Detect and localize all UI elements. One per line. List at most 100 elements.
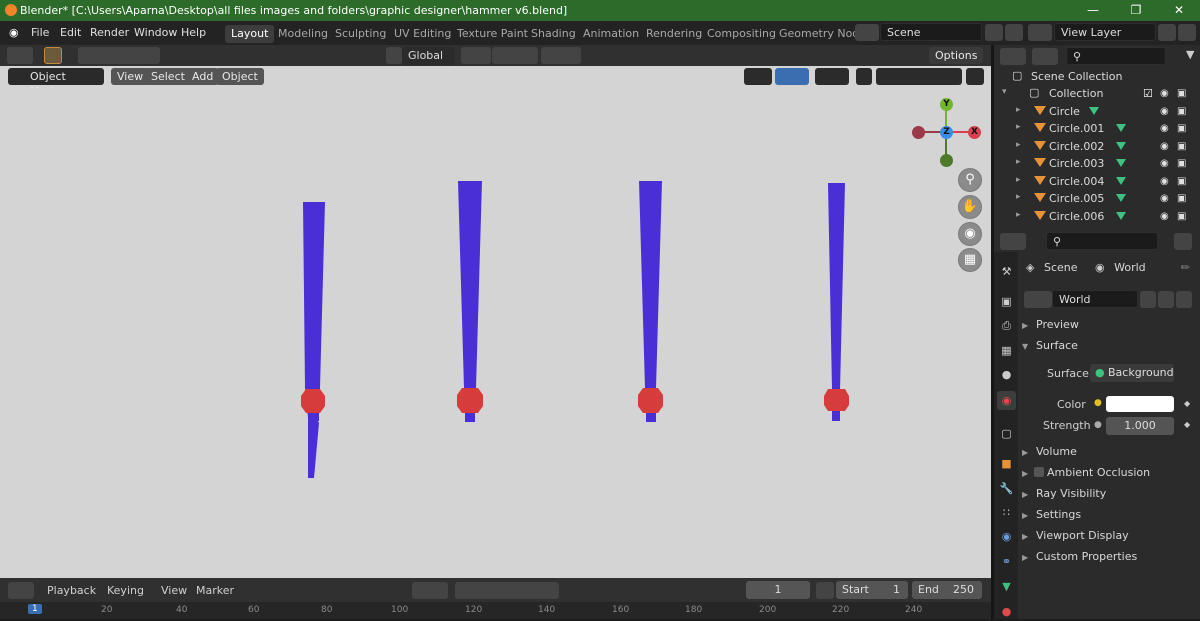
custom-properties-panel-header[interactable]: ▶ Custom Properties xyxy=(1022,550,1137,568)
scene-selector-icon[interactable] xyxy=(855,24,879,41)
camera-render-icon[interactable]: ▣ xyxy=(1177,88,1186,99)
eye-icon[interactable]: ◉ xyxy=(1160,193,1169,204)
menu-timeline-view[interactable]: View xyxy=(161,584,187,597)
view-layer-tab-icon[interactable]: ▦ xyxy=(997,341,1016,360)
eye-icon[interactable]: ◉ xyxy=(1160,123,1169,134)
object-tab-icon[interactable]: ■ xyxy=(997,454,1016,473)
object-mode-select[interactable]: Object Mode xyxy=(8,68,104,98)
outliner-editor-type-icon[interactable] xyxy=(1000,48,1026,65)
gizmo-z-axis[interactable]: Z xyxy=(940,126,953,139)
menu-view[interactable]: View xyxy=(111,68,150,85)
strength-field[interactable]: 1.000 xyxy=(1106,417,1174,435)
expand-caret-icon[interactable]: ▸ xyxy=(1016,122,1021,132)
tab-uv-editing[interactable]: UV Editing xyxy=(388,25,457,43)
shading-mode-icons[interactable] xyxy=(876,68,962,85)
expand-caret-icon[interactable]: ▸ xyxy=(1016,210,1021,220)
gizmo-toggle-icon[interactable] xyxy=(775,68,809,85)
hand-pan-icon[interactable]: ✋ xyxy=(958,195,982,219)
material-tab-icon[interactable]: ● xyxy=(997,602,1016,621)
eye-icon[interactable]: ◉ xyxy=(1160,106,1169,117)
camera-icon[interactable]: ◉ xyxy=(958,222,982,246)
data-tab-icon[interactable]: ▼ xyxy=(997,577,1016,596)
tab-modeling[interactable]: Modeling xyxy=(272,25,334,43)
timeline-editor-type-icon[interactable] xyxy=(8,582,34,599)
color-swatch[interactable] xyxy=(1106,396,1174,412)
maximize-button[interactable]: ❐ xyxy=(1121,2,1151,18)
outliner-object-row[interactable]: ▸ Circle.004 ◉ ▣ xyxy=(994,173,1200,190)
outliner-scene-collection[interactable]: ▢ Scene Collection xyxy=(994,68,1200,85)
minimize-button[interactable]: — xyxy=(1078,2,1108,18)
sidebar-toggle-icon[interactable] xyxy=(966,68,984,85)
tab-compositing[interactable]: Compositing xyxy=(701,25,782,43)
3d-viewport[interactable]: Y Z X ⚲ ✋ ◉ ▦ xyxy=(0,88,991,578)
menu-render[interactable]: Render xyxy=(90,26,129,39)
new-view-layer-icon[interactable] xyxy=(1158,24,1176,41)
pin-icon[interactable]: ✏ xyxy=(1181,261,1190,274)
outliner-object-row[interactable]: ▸ Circle.002 ◉ ▣ xyxy=(994,138,1200,155)
eye-icon[interactable]: ◉ xyxy=(1160,141,1169,152)
blender-menu-icon[interactable]: ◉ xyxy=(9,26,19,39)
zoom-icon[interactable]: ⚲ xyxy=(958,168,982,192)
tab-animation[interactable]: Animation xyxy=(577,25,645,43)
outliner-object-row[interactable]: ▸ Circle ◉ ▣ xyxy=(994,103,1200,120)
select-tool-icon[interactable] xyxy=(44,47,62,64)
expand-caret-icon[interactable]: ▸ xyxy=(1016,157,1021,167)
output-tab-icon[interactable]: ⎙ xyxy=(997,316,1016,335)
xray-toggle-icon[interactable] xyxy=(856,68,872,85)
expand-caret-icon[interactable]: ▸ xyxy=(1016,175,1021,185)
end-frame-field[interactable]: End 250 xyxy=(912,581,982,599)
view-layer-field[interactable]: View Layer xyxy=(1054,23,1156,41)
eye-icon[interactable]: ◉ xyxy=(1160,176,1169,187)
duplicate-world-icon[interactable] xyxy=(1158,291,1174,308)
gizmo-x-axis[interactable]: X xyxy=(968,126,981,139)
scene-tab-icon[interactable]: ● xyxy=(997,365,1016,384)
tab-texture-paint[interactable]: Texture Paint xyxy=(451,25,534,43)
world-browse-icon[interactable] xyxy=(1024,291,1052,308)
expand-caret-icon[interactable]: ▸ xyxy=(1016,140,1021,150)
camera-render-icon[interactable]: ▣ xyxy=(1177,193,1186,204)
snap-icon[interactable] xyxy=(492,47,538,64)
proportional-editing-icon[interactable] xyxy=(541,47,581,64)
outliner-object-row[interactable]: ▸ Circle.001 ◉ ▣ xyxy=(994,120,1200,137)
modifier-tab-icon[interactable]: 🔧 xyxy=(997,479,1016,498)
expand-caret-icon[interactable]: ▸ xyxy=(1016,105,1021,115)
playback-controls-icon[interactable] xyxy=(455,582,559,599)
timeline-ruler[interactable]: 1 20 40 60 80 100 120 140 160 180 200 22… xyxy=(0,602,991,619)
ambient-occlusion-checkbox[interactable] xyxy=(1034,467,1044,477)
menu-object[interactable]: Object xyxy=(216,68,264,85)
delete-view-layer-icon[interactable] xyxy=(1178,24,1196,41)
transform-orientation-select[interactable]: Global xyxy=(402,47,454,65)
display-mode-icon[interactable] xyxy=(1032,48,1058,65)
outliner-search-input[interactable]: ⚲ xyxy=(1066,47,1166,65)
menu-edit[interactable]: Edit xyxy=(60,26,81,39)
collection-tab-icon[interactable]: ▢ xyxy=(997,424,1016,443)
transform-orientation-icon[interactable] xyxy=(386,47,402,64)
pivot-point-icon[interactable] xyxy=(461,47,491,64)
tab-geometry-nodes[interactable]: Geometry Nod xyxy=(773,25,865,43)
menu-help[interactable]: Help xyxy=(181,26,206,39)
ray-visibility-panel-header[interactable]: ▶ Ray Visibility xyxy=(1022,487,1106,505)
menu-add[interactable]: Add xyxy=(186,68,220,85)
eye-icon[interactable]: ◉ xyxy=(1160,211,1169,222)
menu-window[interactable]: Window xyxy=(134,26,177,39)
menu-marker[interactable]: Marker xyxy=(196,584,234,597)
eye-icon[interactable]: ◉ xyxy=(1160,88,1169,99)
menu-keying[interactable]: Keying xyxy=(107,584,144,597)
camera-render-icon[interactable]: ▣ xyxy=(1177,141,1186,152)
strength-keyframe-icon[interactable]: ◆ xyxy=(1184,420,1190,429)
tab-layout[interactable]: Layout xyxy=(225,25,275,43)
ambient-occlusion-panel-header[interactable]: ▶ Ambient Occlusion xyxy=(1022,466,1150,484)
record-keyframe-icon[interactable] xyxy=(412,582,448,599)
view-layer-icon[interactable] xyxy=(1028,24,1052,41)
camera-render-icon[interactable]: ▣ xyxy=(1177,123,1186,134)
constraints-tab-icon[interactable]: ⚭ xyxy=(997,552,1016,571)
start-frame-field[interactable]: Start 1 xyxy=(836,581,908,599)
properties-editor-type-icon[interactable] xyxy=(1000,233,1026,250)
scene-field[interactable]: Scene xyxy=(880,23,982,41)
filter-icon[interactable]: ▼ xyxy=(1186,48,1194,61)
settings-panel-header[interactable]: ▶ Settings xyxy=(1022,508,1081,526)
close-window-button[interactable]: ✕ xyxy=(1164,2,1194,18)
tab-rendering[interactable]: Rendering xyxy=(640,25,708,43)
world-tab-icon[interactable]: ◉ xyxy=(997,391,1016,410)
outliner-collection[interactable]: ▾ ▢ Collection ☑ ◉ ▣ xyxy=(994,85,1200,102)
